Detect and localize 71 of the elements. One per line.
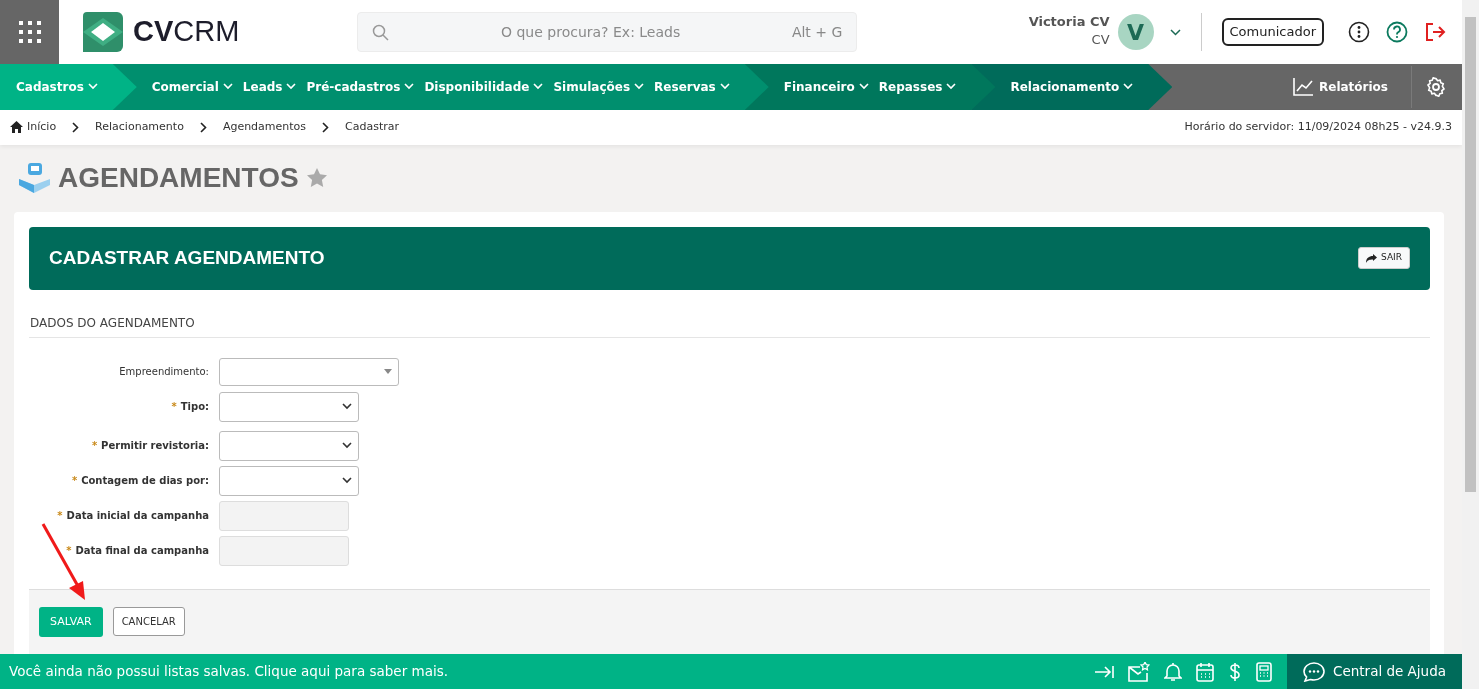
exit-button[interactable]: SAIR (1358, 247, 1410, 269)
menu-item[interactable]: Disponibilidade (419, 78, 549, 96)
chevron-down-icon (719, 83, 730, 91)
menu-item[interactable]: Financeiro (778, 78, 874, 96)
menu-item[interactable]: Relacionamento (1005, 78, 1139, 96)
field-label: * Tipo: (170, 400, 209, 414)
chevron-down-icon (87, 83, 98, 91)
logo-icon (83, 12, 123, 52)
settings-icon[interactable] (1426, 77, 1446, 97)
form-title: CADASTRAR AGENDAMENTO (49, 246, 325, 270)
dropdown-field[interactable] (219, 357, 399, 386)
help-center-button[interactable]: Central de Ajuda (1287, 654, 1462, 689)
logo-text: CVCRM (133, 14, 240, 50)
chevron-down-icon (634, 83, 645, 91)
grid-icon (18, 21, 41, 43)
search-input[interactable]: O que procura? Ex: Leads (389, 20, 792, 44)
chat-icon (1303, 661, 1325, 682)
dropdown-field[interactable] (219, 465, 359, 496)
field-label: Empreendimento: (118, 365, 209, 379)
breadcrumb-link[interactable]: Relacionamento (95, 119, 184, 136)
home-icon[interactable] (10, 121, 23, 134)
appointments-icon (19, 162, 50, 193)
server-time: Horário do servidor: 11/09/2024 08h25 - v24.9.3 (1184, 119, 1452, 136)
chevron-down-icon (404, 83, 415, 91)
shortcut-hint: Alt + G (791, 22, 843, 42)
field-label: * Data inicial da campanha (56, 509, 209, 523)
caret-icon (384, 369, 392, 374)
menu-item[interactable]: Leads (237, 78, 302, 96)
user-name: Victoria CV (1028, 14, 1110, 30)
breadcrumb-link[interactable]: Agendamentos (222, 119, 307, 136)
menu-item[interactable]: Comercial (146, 78, 238, 96)
search-bar[interactable]: O que procura? Ex: Leads Alt + G (357, 12, 858, 52)
breadcrumb-link[interactable]: Início (27, 119, 57, 136)
field-label: * Data final da campanha (65, 544, 209, 558)
search-icon (372, 23, 390, 41)
chevron-right-icon (322, 121, 330, 133)
user-role: CV (1090, 30, 1110, 49)
cancel-button[interactable]: CANCELAR (112, 606, 185, 636)
chevron-down-icon (342, 477, 352, 484)
logout-icon[interactable] (1424, 22, 1446, 42)
chevron-down-icon (858, 83, 869, 91)
field-label: * Permitir revistoria: (90, 439, 209, 453)
chevron-down-icon[interactable] (1169, 28, 1181, 36)
section-title: DADOS DO AGENDAMENTO (29, 289, 1430, 338)
user-avatar[interactable]: V (1117, 14, 1154, 50)
more-options-icon[interactable] (1348, 21, 1370, 43)
share-arrow-icon (1366, 253, 1378, 263)
reports-menu[interactable]: Relatórios (1288, 78, 1393, 96)
menu-item[interactable]: Repasses (873, 78, 962, 96)
chart-line-icon (1293, 78, 1313, 96)
chevron-right-icon (72, 121, 80, 133)
dropdown-field[interactable] (219, 430, 359, 461)
apps-menu-button[interactable] (0, 0, 59, 64)
communicator-button[interactable]: Comunicador (1221, 18, 1324, 46)
chevron-down-icon (946, 83, 957, 91)
field-label: * Contagem de dias por: (70, 474, 209, 488)
chevron-right-icon (199, 121, 207, 133)
breadcrumb-link[interactable]: Cadastrar (345, 119, 400, 136)
chevron-down-icon (222, 83, 233, 91)
chevron-down-icon (342, 442, 352, 449)
menu-item[interactable]: Pré-cadastros (301, 78, 420, 96)
dropdown-field[interactable] (219, 391, 359, 422)
chevron-down-icon (286, 83, 297, 91)
menu-item[interactable]: Reservas (649, 78, 735, 96)
chevron-down-icon (533, 83, 544, 91)
chevron-down-icon (342, 403, 352, 410)
chevron-down-icon (1123, 83, 1134, 91)
star-icon[interactable] (306, 168, 327, 188)
page-title: AGENDAMENTOS (58, 160, 299, 195)
menu-item[interactable]: Simulações (548, 78, 650, 96)
help-icon[interactable] (1386, 21, 1408, 43)
